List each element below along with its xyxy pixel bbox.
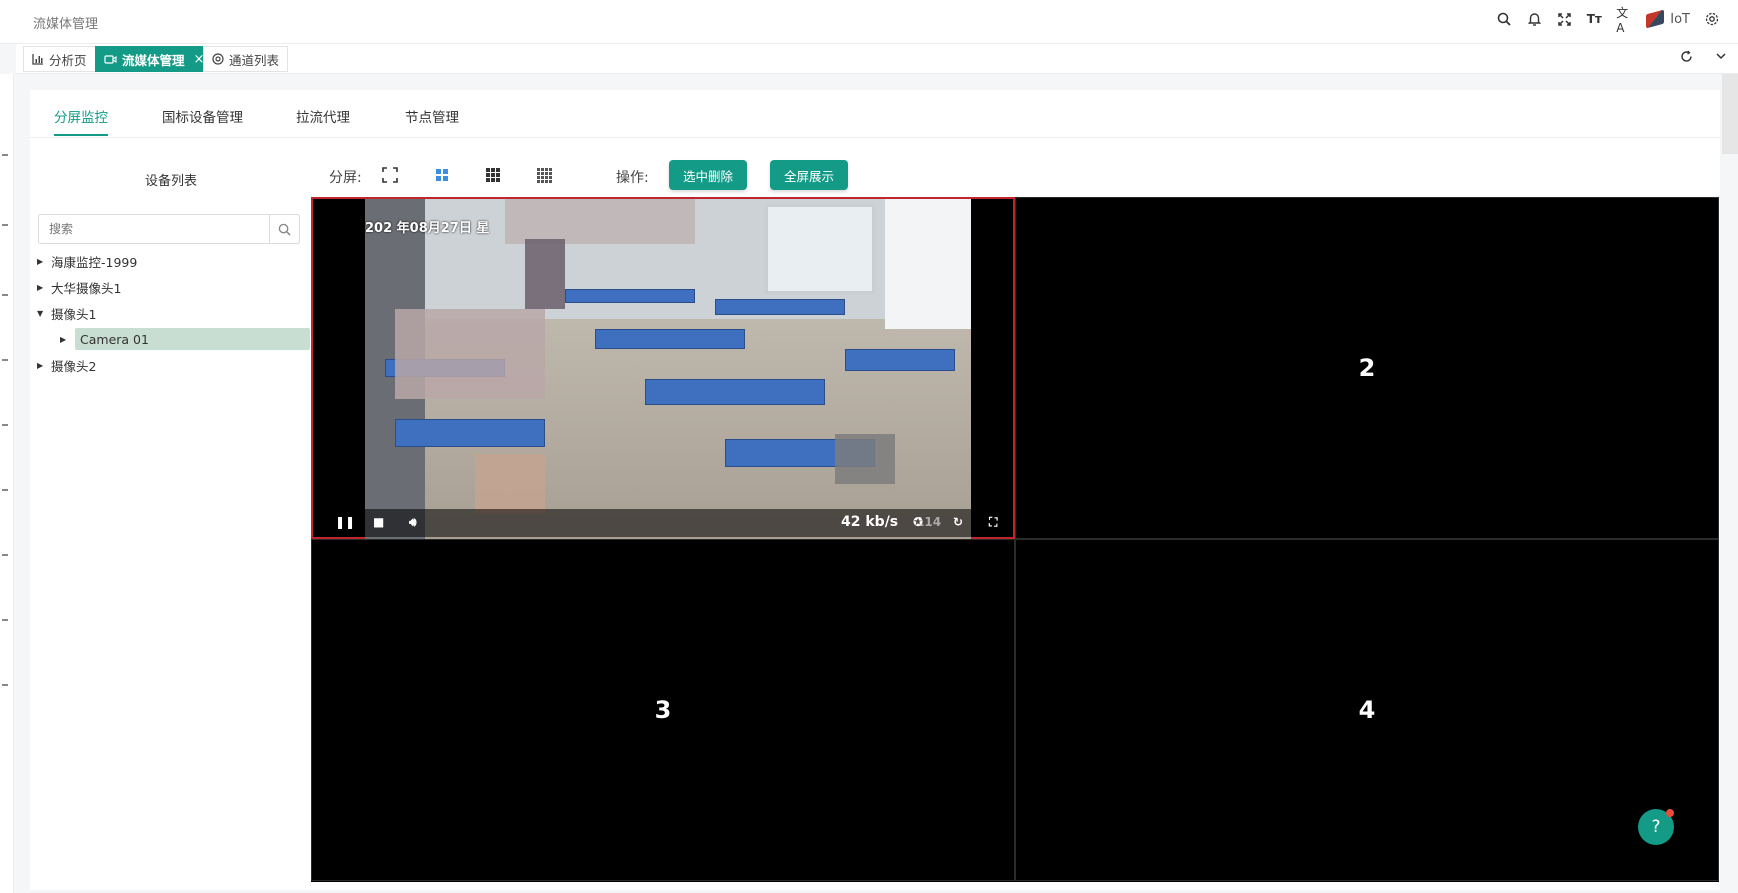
- refresh-icon[interactable]: [1680, 50, 1693, 67]
- notification-dot: [1666, 809, 1674, 817]
- search-icon[interactable]: [1496, 10, 1512, 28]
- app-title: 流媒体管理: [33, 17, 99, 32]
- tree-item-selected[interactable]: ▶ Camera 01: [60, 328, 310, 350]
- device-list-title: 设备列表: [145, 174, 198, 189]
- video-cell-1[interactable]: 202 年08月27日 星 ❚❚ ■ 🔊︎ 42 kb/s 114 ✪ ↻ ⛶: [311, 197, 1015, 539]
- video-cell-2[interactable]: 2: [1015, 197, 1719, 539]
- top-icons: Tт 文A IoT: [1496, 6, 1720, 35]
- video-icon: [104, 54, 117, 64]
- iot-logo-icon: [1646, 9, 1665, 29]
- caret-down-icon[interactable]: ▼: [37, 309, 51, 318]
- tab-pull-proxy[interactable]: 拉流代理: [296, 106, 350, 126]
- split-9-icon[interactable]: [484, 166, 502, 184]
- device-search: [38, 214, 300, 244]
- tag-channels[interactable]: 通道列表: [203, 46, 289, 72]
- tag-label: 流媒体管理: [122, 52, 185, 68]
- stop-icon[interactable]: ■: [373, 515, 384, 529]
- tree-item[interactable]: ▶ 大华摄像头1: [37, 276, 121, 298]
- video-cell-4[interactable]: 4: [1015, 539, 1719, 881]
- volume-icon[interactable]: 🔊︎: [409, 515, 417, 530]
- bell-icon[interactable]: [1526, 10, 1542, 28]
- caret-right-icon[interactable]: ▶: [37, 361, 51, 370]
- tag-streaming[interactable]: 流媒体管理 ×: [95, 46, 214, 72]
- question-icon: ?: [1651, 817, 1661, 837]
- translate-icon[interactable]: 文A: [1616, 6, 1632, 35]
- tree-item-label: Camera 01: [80, 331, 149, 347]
- iot-brand[interactable]: IoT: [1646, 9, 1690, 29]
- side-rail: [0, 74, 14, 893]
- video-osd-date: 202 年08月27日 星: [365, 221, 490, 236]
- help-button[interactable]: ?: [1638, 809, 1674, 845]
- delete-selected-button[interactable]: 选中删除: [669, 160, 748, 190]
- tree-item-label: 大华摄像头1: [51, 280, 122, 296]
- tab-gb-devices[interactable]: 国标设备管理: [162, 106, 243, 126]
- tree-item[interactable]: ▶ 摄像头2: [37, 354, 96, 376]
- chevron-down-icon[interactable]: [1715, 50, 1727, 66]
- tree-item-label: 摄像头2: [51, 358, 97, 374]
- fullscreen-icon[interactable]: [1556, 10, 1572, 28]
- tab-split-monitor[interactable]: 分屏监控: [54, 106, 108, 136]
- video-cell-3[interactable]: 3: [311, 539, 1015, 881]
- split-16-icon[interactable]: [535, 166, 553, 184]
- settings-icon[interactable]: [1704, 10, 1720, 28]
- channel-icon: [212, 53, 224, 65]
- tag-analysis[interactable]: 分析页: [23, 46, 96, 72]
- caret-right-icon[interactable]: ▶: [37, 257, 51, 266]
- tree-item[interactable]: ▼ 摄像头1: [37, 302, 96, 324]
- tag-label: 通道列表: [229, 52, 280, 68]
- split-label: 分屏:: [329, 170, 362, 186]
- search-button[interactable]: [269, 215, 299, 243]
- split-1-icon[interactable]: [381, 166, 399, 184]
- ops-label: 操作:: [616, 170, 649, 186]
- search-input[interactable]: [39, 215, 269, 243]
- tag-label: 分析页: [49, 52, 87, 68]
- search-icon: [278, 223, 291, 236]
- video-controls: ❚❚ ■ 🔊︎ 42 kb/s 114 ✪ ↻ ⛶: [313, 509, 1013, 537]
- caret-right-icon[interactable]: ▶: [37, 283, 51, 292]
- font-size-icon[interactable]: Tт: [1586, 10, 1602, 28]
- tree-item[interactable]: ▶ 海康监控-1999: [37, 250, 137, 272]
- subtabs: 分屏监控 国标设备管理 拉流代理 节点管理: [30, 90, 1720, 138]
- tree-item-label: 摄像头1: [51, 306, 97, 322]
- fullscreen-button[interactable]: 全屏展示: [770, 160, 849, 190]
- bitrate-text: 42 kb/s: [841, 514, 899, 530]
- pause-icon[interactable]: ❚❚: [335, 515, 355, 529]
- tags-bar: 分析页 流媒体管理 × 通道列表: [16, 44, 1738, 74]
- caret-right-icon[interactable]: ▶: [60, 335, 74, 344]
- video-grid: 202 年08月27日 星 ❚❚ ■ 🔊︎ 42 kb/s 114 ✪ ↻ ⛶ …: [311, 197, 1719, 882]
- video-frame: [365, 199, 971, 539]
- split-4-icon[interactable]: [433, 166, 451, 184]
- top-bar: 流媒体管理 Tт 文A IoT: [0, 0, 1738, 44]
- chart-icon: [32, 54, 43, 65]
- screenshot-icon[interactable]: ✪: [913, 515, 923, 529]
- brand-label: IoT: [1670, 11, 1690, 27]
- fullscreen-icon[interactable]: ⛶: [989, 515, 997, 530]
- refresh-icon[interactable]: ↻: [953, 515, 963, 529]
- tree-item-label: 海康监控-1999: [51, 254, 138, 270]
- scrollbar[interactable]: [1722, 74, 1738, 154]
- tab-nodes[interactable]: 节点管理: [405, 106, 459, 126]
